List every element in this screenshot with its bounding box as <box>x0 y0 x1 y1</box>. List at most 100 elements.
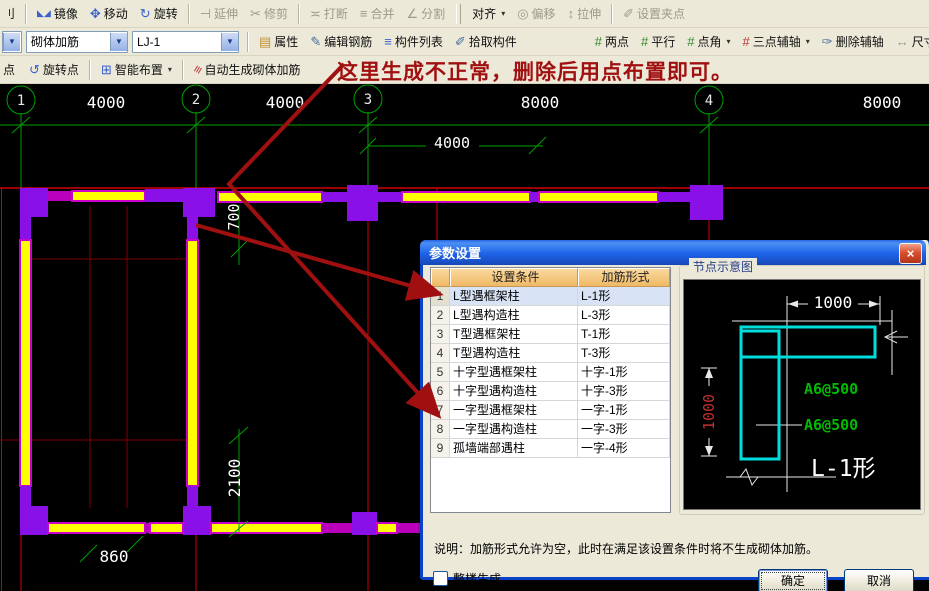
checkbox[interactable] <box>433 571 448 586</box>
grip-icon: ✐ <box>623 7 634 20</box>
rotate-icon: ↻ <box>140 7 151 20</box>
smart-layout-button[interactable]: ⊞智能布置▾ <box>95 58 178 81</box>
chevron-down-icon: ▼ <box>3 33 20 51</box>
chevron-down-icon: ▾ <box>727 37 731 46</box>
node-preview-canvas[interactable]: 1000 A6@500 A6@500 1000 L-1形 <box>683 279 921 510</box>
brush-icon: ✑ <box>822 35 833 48</box>
pick-component-button[interactable]: ✐拾取构件 <box>449 30 523 53</box>
interior-dimensions: 700 2100 860 <box>80 203 248 566</box>
table-row[interactable]: 1L型遇框架柱L-1形 <box>431 287 670 306</box>
separator <box>247 32 249 52</box>
three-point-aux-axis-button[interactable]: #三点辅轴▾ <box>737 30 816 53</box>
break-button[interactable]: ≍打断 <box>304 2 354 25</box>
edit-rebar-button[interactable]: ✎编辑钢筋 <box>304 30 378 53</box>
axis-grid-icon: # <box>687 35 694 48</box>
dimension-text: 1000 <box>814 293 853 312</box>
parameter-settings-dialog: 参数设置 × 设置条件 加筋形式 1L型遇框架柱L-1形 2L型遇构造柱L-3形… <box>420 240 929 580</box>
move-icon: ✥ <box>90 7 101 20</box>
dimension-text: 1000 <box>700 394 718 430</box>
toolbar-grip[interactable] <box>456 4 461 24</box>
dialog-note: 说明：加筋形式允许为空，此时在满足该设置条件时将不生成砌体加筋。 <box>434 540 818 557</box>
mirror-button[interactable]: ◣◢镜像 <box>31 2 84 25</box>
column-header[interactable]: 设置条件 <box>450 268 578 287</box>
dimension-text: 4000 <box>87 93 126 112</box>
table-row[interactable]: 6十字型遇构造柱十字-3形 <box>431 382 670 401</box>
eyedropper-icon: ✐ <box>455 35 466 48</box>
settings-table: 设置条件 加筋形式 1L型遇框架柱L-1形 2L型遇构造柱L-3形 3T型遇框架… <box>430 267 671 513</box>
trim-button[interactable]: ✂修剪 <box>244 2 294 25</box>
move-button[interactable]: ✥移动 <box>84 2 134 25</box>
table-row[interactable]: 2L型遇构造柱L-3形 <box>431 306 670 325</box>
dimension-text: 4000 <box>434 134 470 152</box>
whole-building-checkbox-row[interactable]: 整楼生成 <box>433 570 501 587</box>
component-name-combobox[interactable]: LJ-1▼ <box>132 31 239 53</box>
column <box>347 185 378 221</box>
table-row[interactable]: 5十字型遇框架柱十字-1形 <box>431 363 670 382</box>
table-row[interactable]: 7一字型遇框架柱一字-1形 <box>431 401 670 420</box>
cancel-button[interactable]: 取消 <box>844 569 914 591</box>
trim-icon: ✂ <box>250 7 261 20</box>
separator <box>182 60 184 80</box>
separator <box>188 4 190 24</box>
column-header[interactable]: 加筋形式 <box>578 268 670 287</box>
mirror-icon: ◣◢ <box>37 7 51 20</box>
chevron-down-icon: ▾ <box>168 65 172 74</box>
column <box>690 185 723 220</box>
properties-button[interactable]: ▤属性 <box>253 30 304 53</box>
merge-button[interactable]: ≡合并 <box>354 2 401 25</box>
table-row[interactable]: 9孤墙端部遇柱一字-4形 <box>431 439 670 458</box>
merge-icon: ≡ <box>360 7 368 20</box>
component-type-combobox[interactable]: 砌体加筋▼ <box>26 31 128 53</box>
application-window: 刂 ◣◢镜像 ✥移动 ↻旋转 ⊣延伸 ✂修剪 ≍打断 ≡合并 ∠分割 对齐▾ ◎… <box>0 0 929 591</box>
rebar-lines-icon: ≡ <box>190 63 205 76</box>
partial-combobox[interactable]: ▼ <box>2 31 22 53</box>
partial-point-button[interactable]: 点 <box>2 58 23 81</box>
delete-aux-axis-button[interactable]: ✑删除辅轴 <box>816 30 890 53</box>
extend-icon: ⊣ <box>200 7 211 20</box>
dimension-button[interactable]: ↔尺寸标 <box>890 30 929 53</box>
split-button[interactable]: ∠分割 <box>401 2 452 25</box>
dialog-title: 参数设置 <box>429 243 481 262</box>
offset-button[interactable]: ◎偏移 <box>511 2 561 25</box>
toolbar-row-component: ▼ 砌体加筋▼ LJ-1▼ ▤属性 ✎编辑钢筋 ≡构件列表 ✐拾取构件 #两点 … <box>0 28 929 56</box>
list-icon: ≡ <box>384 35 392 48</box>
dialog-body: 设置条件 加筋形式 1L型遇框架柱L-1形 2L型遇构造柱L-3形 3T型遇框架… <box>423 265 923 574</box>
rotate-button[interactable]: ↻旋转 <box>134 2 184 25</box>
auto-generate-masonry-rebar-button[interactable]: ≡自动生成砌体加筋 <box>188 58 307 81</box>
component-list-button[interactable]: ≡构件列表 <box>378 30 449 53</box>
table-row[interactable]: 3T型遇框架柱T-1形 <box>431 325 670 344</box>
ok-button[interactable]: 确定 <box>758 569 828 591</box>
extend-button[interactable]: ⊣延伸 <box>194 2 244 25</box>
axis-grid-icon: # <box>743 35 750 48</box>
align-button[interactable]: 对齐▾ <box>466 2 511 25</box>
split-icon: ∠ <box>407 7 419 20</box>
parallel-axis-button[interactable]: #平行 <box>635 30 681 53</box>
chevron-down-icon: ▾ <box>501 9 505 18</box>
stretch-button[interactable]: ↕拉伸 <box>562 2 608 25</box>
separator <box>25 4 27 24</box>
dialog-titlebar[interactable]: 参数设置 × <box>420 240 926 265</box>
axis-label: 4 <box>705 93 713 109</box>
close-button[interactable]: × <box>899 243 922 264</box>
table-row[interactable]: 8一字型遇构造柱一字-3形 <box>431 420 670 439</box>
rotate-point-icon: ↺ <box>29 63 40 76</box>
point-angle-axis-button[interactable]: #点角▾ <box>681 30 736 53</box>
toolbar-row-edit: 刂 ◣◢镜像 ✥移动 ↻旋转 ⊣延伸 ✂修剪 ≍打断 ≡合并 ∠分割 对齐▾ ◎… <box>0 0 929 28</box>
set-grips-button[interactable]: ✐设置夹点 <box>617 2 691 25</box>
rotate-point-button[interactable]: ↺旋转点 <box>23 58 85 81</box>
axis-label: 2 <box>192 92 200 108</box>
partial-button[interactable]: 刂 <box>2 2 21 25</box>
dimension-text: 2100 <box>225 459 244 498</box>
axis-grid-icon: # <box>641 35 648 48</box>
dimension-text: 700 <box>225 203 243 230</box>
smart-layout-icon: ⊞ <box>101 63 112 76</box>
stretch-icon: ↕ <box>568 7 575 20</box>
two-point-axis-button[interactable]: #两点 <box>589 30 635 53</box>
table-header-row: 设置条件 加筋形式 <box>431 268 670 287</box>
properties-icon: ▤ <box>259 35 271 48</box>
column <box>20 188 48 217</box>
rebar-spec-text: A6@500 <box>804 380 858 398</box>
table-row[interactable]: 4T型遇构造柱T-3形 <box>431 344 670 363</box>
dimension-text: 8000 <box>863 93 902 112</box>
break-icon: ≍ <box>310 7 321 20</box>
